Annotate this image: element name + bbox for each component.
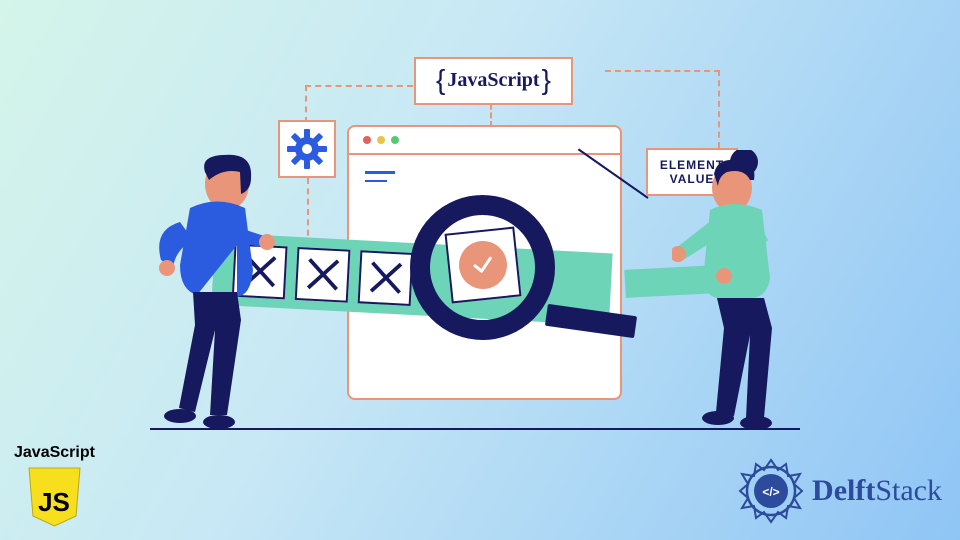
- person-left: [145, 150, 285, 430]
- dashed-connector: [605, 70, 720, 72]
- javascript-text: JavaScript: [447, 69, 539, 91]
- gear-box: [278, 120, 336, 178]
- javascript-label: JavaScript: [14, 444, 95, 462]
- javascript-badge: {JavaScript}: [414, 57, 573, 105]
- cross-icon: [366, 258, 406, 298]
- dashed-connector: [718, 70, 720, 148]
- dashed-connector: [305, 85, 307, 123]
- svg-text:JS: JS: [38, 487, 70, 517]
- array-cell-x: [295, 246, 351, 302]
- window-dot-red: [363, 136, 371, 144]
- javascript-shield-icon: JS: [27, 466, 82, 528]
- delftstack-text: DelftStack: [812, 474, 942, 508]
- hamburger-line: [365, 180, 387, 183]
- delft-prefix: Delft: [812, 474, 875, 507]
- window-dot-green: [391, 136, 399, 144]
- magnifying-glass-lens: [410, 195, 555, 340]
- window-dot-yellow: [377, 136, 385, 144]
- dashed-connector: [307, 178, 309, 246]
- delftstack-icon: </>: [738, 458, 804, 524]
- hamburger-line: [365, 171, 395, 174]
- brace-close: }: [542, 64, 551, 95]
- delft-suffix: Stack: [875, 474, 942, 507]
- array-cell-x: [358, 250, 414, 306]
- illustration-canvas: ELEMENT VALUE {JavaScript}: [0, 0, 960, 540]
- javascript-corner-logo: JavaScript JS: [14, 444, 95, 528]
- gear-icon: [287, 129, 327, 169]
- dashed-connector: [305, 85, 413, 87]
- svg-text:</>: </>: [762, 485, 779, 499]
- delftstack-logo: </> DelftStack: [738, 458, 942, 524]
- person-right: [672, 150, 812, 430]
- cross-icon: [303, 254, 343, 294]
- brace-open: {: [436, 64, 445, 95]
